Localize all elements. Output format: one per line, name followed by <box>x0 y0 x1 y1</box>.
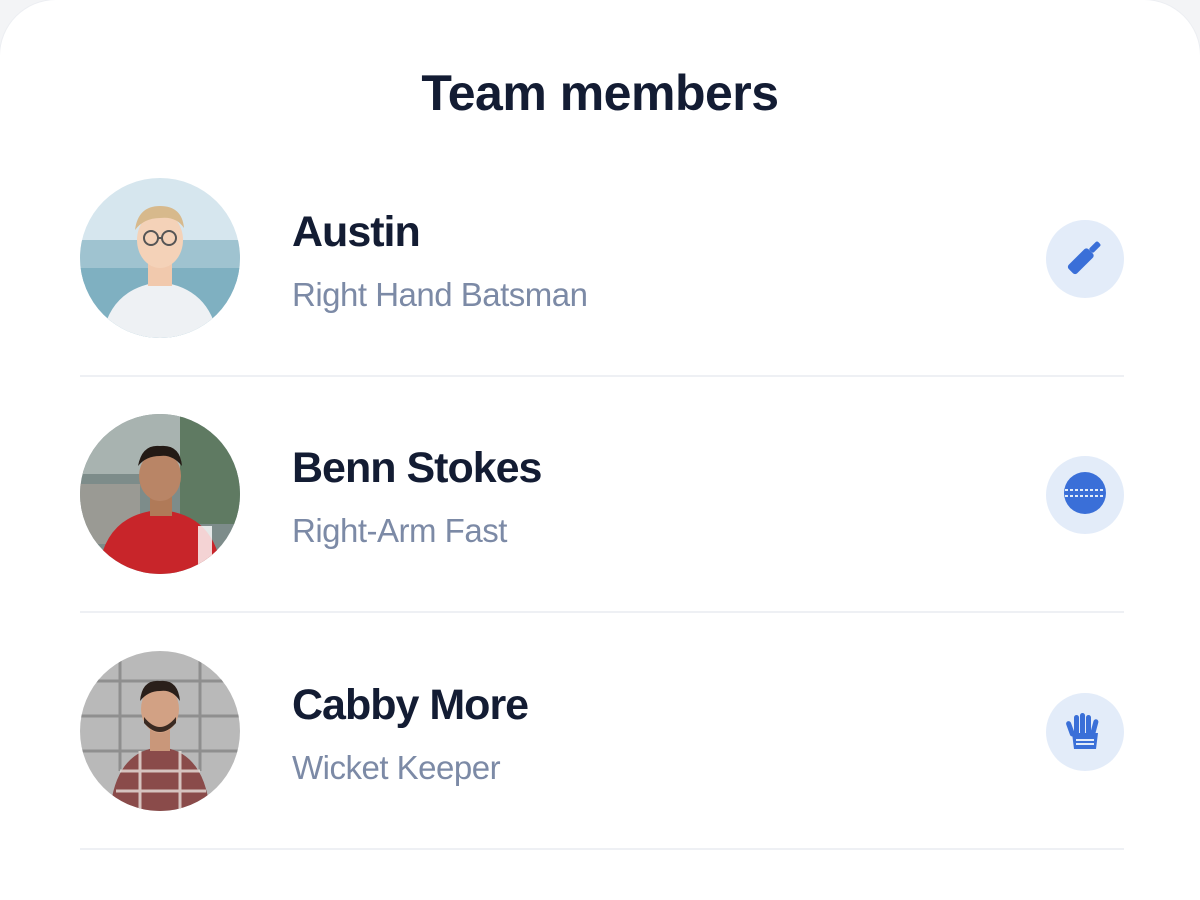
list-item[interactable]: Benn Stokes Right-Arm Fast <box>80 414 1124 574</box>
member-name: Austin <box>292 208 421 256</box>
cricket-ball-icon <box>1061 469 1109 522</box>
divider <box>80 375 1124 377</box>
page-title: Team members <box>421 65 779 121</box>
role-badge-button[interactable] <box>1046 220 1124 298</box>
member-role: Wicket Keeper <box>292 749 501 786</box>
member-role: Right-Arm Fast <box>292 512 507 549</box>
keeper-gloves-icon <box>1062 707 1108 758</box>
list-item[interactable]: Cabby More Wicket Keeper <box>80 651 1124 811</box>
avatar[interactable] <box>80 178 240 338</box>
role-badge-button[interactable] <box>1046 456 1124 534</box>
avatar[interactable] <box>80 414 240 574</box>
divider <box>80 611 1124 613</box>
role-badge-button[interactable] <box>1046 693 1124 771</box>
list-item[interactable]: Austin Right Hand Batsman <box>80 178 1124 338</box>
team-members-card: Team members Austin Right Hand Batsman B… <box>0 0 1200 900</box>
member-role: Right Hand Batsman <box>292 276 588 313</box>
avatar[interactable] <box>80 651 240 811</box>
cricket-bat-icon <box>1063 235 1107 284</box>
divider <box>80 848 1124 850</box>
member-name: Benn Stokes <box>292 444 542 492</box>
member-name: Cabby More <box>292 681 529 729</box>
